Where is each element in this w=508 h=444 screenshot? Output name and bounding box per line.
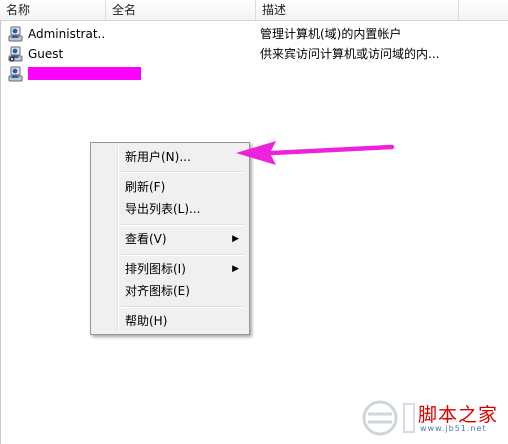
- menu-separator: [121, 224, 245, 226]
- menu-item-label: 查看(V): [125, 232, 167, 246]
- menu-item-view[interactable]: 查看(V) ▶: [93, 228, 247, 250]
- menu-item-label: 刷新(F): [125, 180, 166, 194]
- menu-item-help[interactable]: 帮助(H): [93, 310, 247, 332]
- list-header: 名称 全名 描述: [0, 0, 508, 21]
- column-header-fullname[interactable]: 全名: [106, 0, 256, 20]
- menu-item-label: 对齐图标(E): [125, 284, 190, 298]
- list-item[interactable]: Guest 供来宾访问计算机或访问域的内...: [0, 44, 508, 64]
- menu-item-label: 新用户(N)...: [125, 150, 191, 164]
- context-menu: 新用户(N)... 刷新(F) 导出列表(L)... 查看(V) ▶ 排列图标(…: [90, 142, 250, 335]
- menu-item-align-icons[interactable]: 对齐图标(E): [93, 280, 247, 302]
- list-item[interactable]: [0, 64, 508, 84]
- column-header-description[interactable]: 描述: [256, 0, 459, 20]
- watermark-site-name: 脚本之家: [418, 404, 499, 426]
- user-icon: [8, 26, 23, 42]
- user-fullname: [112, 44, 252, 64]
- column-header-name[interactable]: 名称: [0, 0, 106, 20]
- annotation-arrow-icon: [236, 141, 395, 165]
- user-description: 供来宾访问计算机或访问域的内...: [260, 47, 440, 61]
- menu-item-label: 导出列表(L)...: [125, 202, 201, 216]
- user-icon: [8, 66, 23, 82]
- menu-item-label: 排列图标(I): [125, 262, 186, 276]
- redacted-user-name: [28, 67, 141, 80]
- submenu-arrow-icon: ▶: [232, 264, 239, 274]
- guest-user-icon: [8, 46, 23, 62]
- watermark-site-url: www.jb51.net: [420, 424, 487, 433]
- menu-separator: [121, 254, 245, 256]
- menu-item-label: 帮助(H): [125, 314, 168, 328]
- menu-item-refresh[interactable]: 刷新(F): [93, 176, 247, 198]
- users-list-view[interactable]: 名称 全名 描述 Administrat... 管理计算机(域)的内置帐户 Gu…: [0, 0, 508, 444]
- menu-item-export-list[interactable]: 导出列表(L)...: [93, 198, 247, 220]
- list-item[interactable]: Administrat... 管理计算机(域)的内置帐户: [0, 24, 508, 44]
- user-name: Administrat...: [28, 27, 106, 41]
- user-fullname: [112, 24, 252, 44]
- user-name: Guest: [28, 47, 64, 61]
- menu-separator: [121, 306, 245, 308]
- menu-item-new-user[interactable]: 新用户(N)...: [93, 146, 247, 168]
- submenu-arrow-icon: ▶: [232, 234, 239, 244]
- menu-item-arrange-icons[interactable]: 排列图标(I) ▶: [93, 258, 247, 280]
- menu-separator: [121, 171, 245, 173]
- user-description: 管理计算机(域)的内置帐户: [260, 27, 402, 41]
